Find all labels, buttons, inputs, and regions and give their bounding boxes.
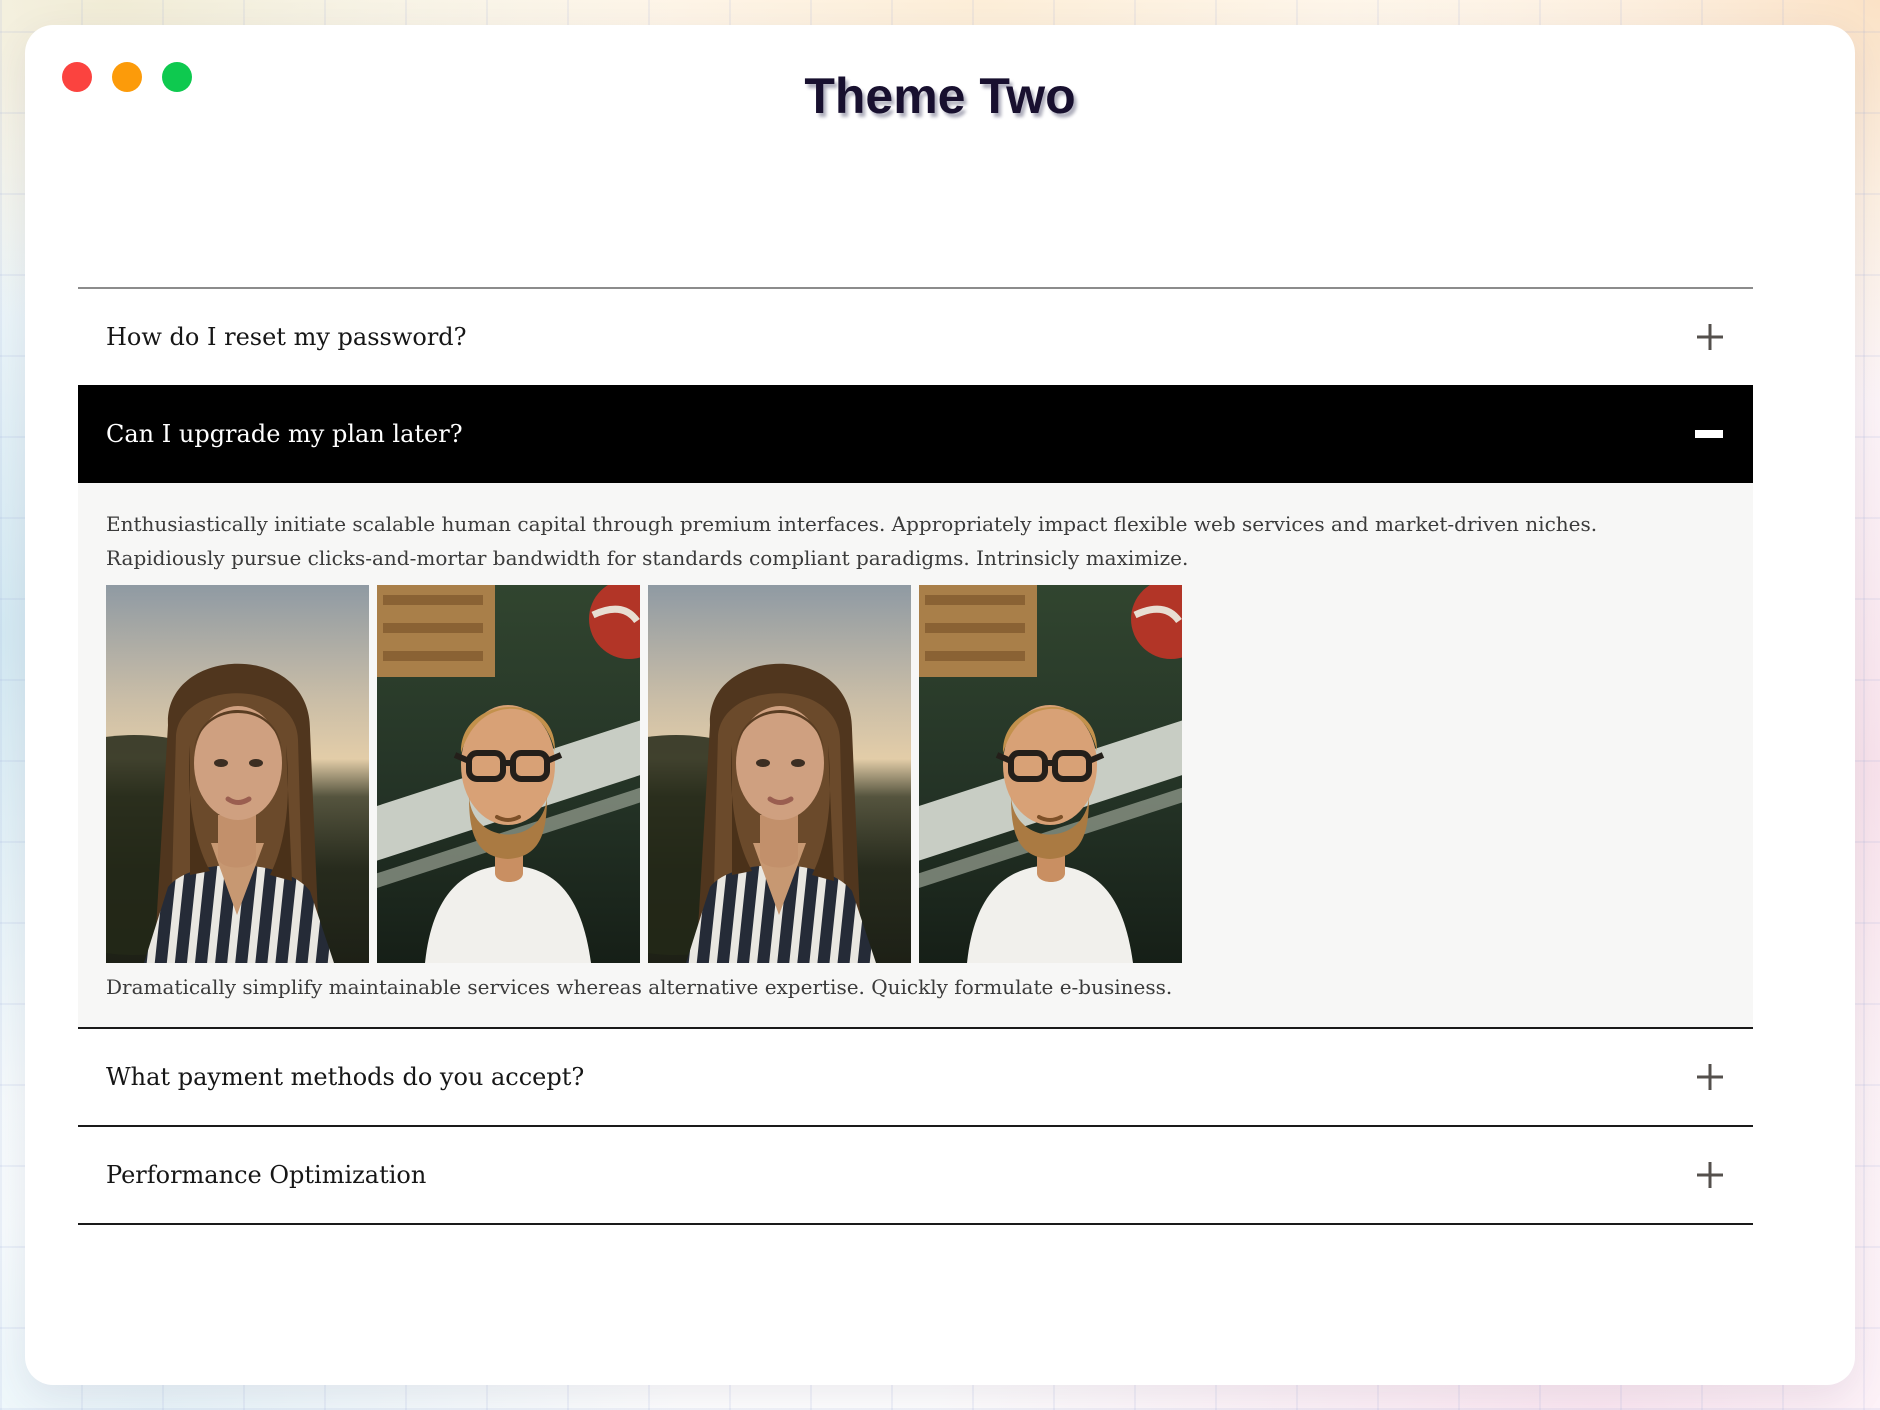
accordion-item-payment-methods[interactable]: What payment methods do you accept? [78,1029,1753,1127]
portrait-man-glasses-photo [919,585,1182,963]
panel-paragraph: Enthusiastically initiate scalable human… [106,507,1666,575]
accordion-item-performance-optimization[interactable]: Performance Optimization [78,1127,1753,1225]
plus-icon[interactable] [1697,1064,1723,1090]
portrait-man-glasses-photo [377,585,640,963]
portrait-woman-photo [648,585,911,963]
plus-icon[interactable] [1697,324,1723,350]
accordion-item-upgrade-plan[interactable]: Can I upgrade my plan later? [78,385,1753,483]
accordion-question: Can I upgrade my plan later? [106,420,463,448]
app-window: Theme Two How do I reset my password? Ca… [25,25,1855,1385]
accordion-question: How do I reset my password? [106,323,467,351]
portrait-woman-photo [106,585,369,963]
photo-row [106,585,1725,963]
accordion-question: What payment methods do you accept? [106,1063,584,1091]
faq-accordion: How do I reset my password? Can I upgrad… [78,287,1753,1225]
accordion-panel-upgrade-plan: Enthusiastically initiate scalable human… [78,483,1753,1029]
page-title: Theme Two [25,67,1855,125]
panel-caption: Dramatically simplify maintainable servi… [106,975,1725,999]
plus-icon[interactable] [1697,1162,1723,1188]
accordion-item-reset-password[interactable]: How do I reset my password? [78,287,1753,385]
minus-icon[interactable] [1695,421,1723,447]
accordion-question: Performance Optimization [106,1161,426,1189]
